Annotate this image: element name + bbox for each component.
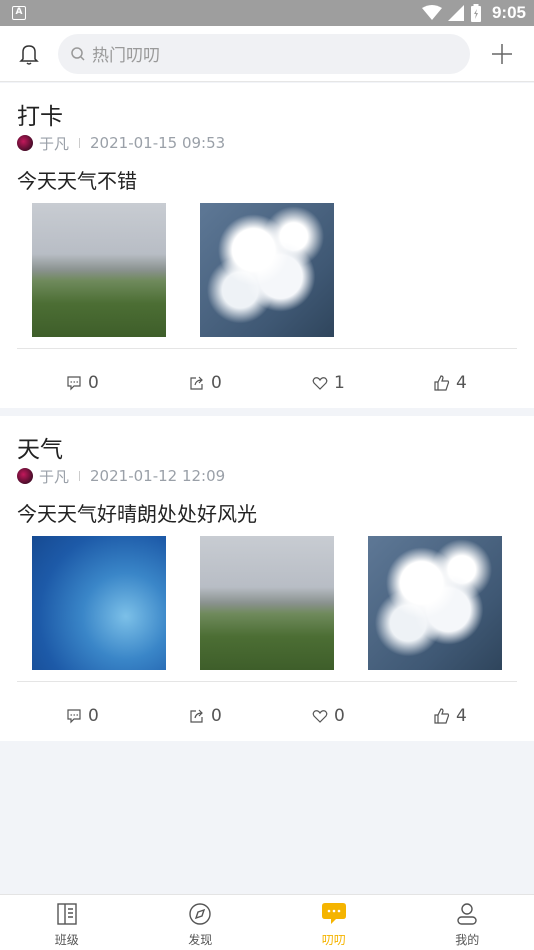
add-post-button[interactable] (470, 26, 534, 82)
share-count: 0 (211, 706, 222, 726)
nav-label: 我的 (455, 933, 480, 947)
comment-count: 0 (88, 373, 99, 393)
nav-item-class[interactable]: 班级 (0, 895, 134, 950)
top-bar: 热门叨叨 (0, 26, 534, 82)
comment-button[interactable]: 0 (66, 373, 99, 393)
author-name[interactable]: 于凡 (39, 133, 69, 154)
post-image[interactable] (200, 203, 334, 337)
search-placeholder: 热门叨叨 (92, 46, 160, 66)
thumbs-up-icon (434, 375, 450, 391)
nav-label: 发现 (188, 933, 213, 947)
post-timestamp: 2021-01-12 12:09 (90, 467, 226, 485)
thumbs-up-icon (434, 708, 450, 724)
compass-icon (188, 900, 212, 928)
notification-button[interactable] (0, 26, 58, 82)
status-bar: A 9:05 (0, 0, 534, 26)
heart-icon (312, 377, 328, 390)
share-button[interactable]: 0 (189, 706, 222, 726)
post-card[interactable]: 打卡 于凡 2021-01-15 09:53 今天天气不错 0 0 1 4 (0, 83, 534, 408)
app-notification-icon: A (12, 6, 26, 20)
thumbs-up-count: 4 (456, 706, 467, 726)
post-actions: 0 0 1 4 (0, 373, 534, 397)
meta-divider (79, 471, 81, 481)
divider (17, 348, 517, 349)
post-body: 今天天气不错 (17, 169, 137, 193)
share-count: 0 (211, 373, 222, 393)
bell-icon (19, 44, 39, 65)
post-meta: 于凡 2021-01-12 12:09 (17, 466, 225, 486)
bottom-nav: 班级 发现 叨叨 我的 (0, 894, 534, 950)
post-card[interactable]: 天气 于凡 2021-01-12 12:09 今天天气好晴朗处处好风光 0 0 … (0, 416, 534, 741)
post-image[interactable] (368, 536, 502, 670)
post-timestamp: 2021-01-15 09:53 (90, 134, 226, 152)
comment-count: 0 (88, 706, 99, 726)
signal-icon (447, 5, 464, 21)
share-icon (190, 709, 203, 723)
like-button[interactable]: 1 (312, 373, 345, 393)
post-actions: 0 0 0 4 (0, 706, 534, 730)
chat-bubble-icon (321, 900, 347, 928)
post-title: 打卡 (17, 104, 63, 130)
thumbs-up-count: 4 (456, 373, 467, 393)
thumbs-up-button[interactable]: 4 (434, 706, 467, 726)
share-button[interactable]: 0 (189, 373, 222, 393)
heart-icon (312, 710, 328, 723)
avatar[interactable] (17, 135, 33, 151)
post-image[interactable] (32, 203, 166, 337)
like-count: 1 (334, 373, 345, 393)
wifi-icon (421, 5, 442, 20)
thumbs-up-button[interactable]: 4 (434, 373, 467, 393)
like-button[interactable]: 0 (312, 706, 345, 726)
comment-icon (67, 709, 81, 724)
share-icon (190, 376, 203, 390)
battery-icon (470, 4, 481, 22)
nav-label: 班级 (54, 933, 79, 947)
post-image[interactable] (32, 536, 166, 670)
nav-label: 叨叨 (321, 933, 346, 947)
divider (17, 681, 517, 682)
search-input[interactable]: 热门叨叨 (58, 33, 470, 74)
class-icon (55, 900, 79, 928)
comment-button[interactable]: 0 (66, 706, 99, 726)
post-body: 今天天气好晴朗处处好风光 (17, 502, 257, 526)
post-image[interactable] (200, 536, 334, 670)
meta-divider (79, 138, 81, 148)
nav-item-me[interactable]: 我的 (401, 895, 534, 950)
post-meta: 于凡 2021-01-15 09:53 (17, 133, 225, 153)
nav-item-daodao[interactable]: 叨叨 (267, 895, 401, 950)
post-title: 天气 (17, 437, 63, 463)
plus-icon (492, 43, 512, 64)
comment-icon (67, 376, 81, 391)
nav-item-discover[interactable]: 发现 (134, 895, 268, 950)
clock: 9:05 (491, 3, 526, 22)
search-icon (70, 46, 86, 62)
avatar[interactable] (17, 468, 33, 484)
like-count: 0 (334, 706, 345, 726)
author-name[interactable]: 于凡 (39, 466, 69, 487)
profile-icon (455, 900, 479, 928)
